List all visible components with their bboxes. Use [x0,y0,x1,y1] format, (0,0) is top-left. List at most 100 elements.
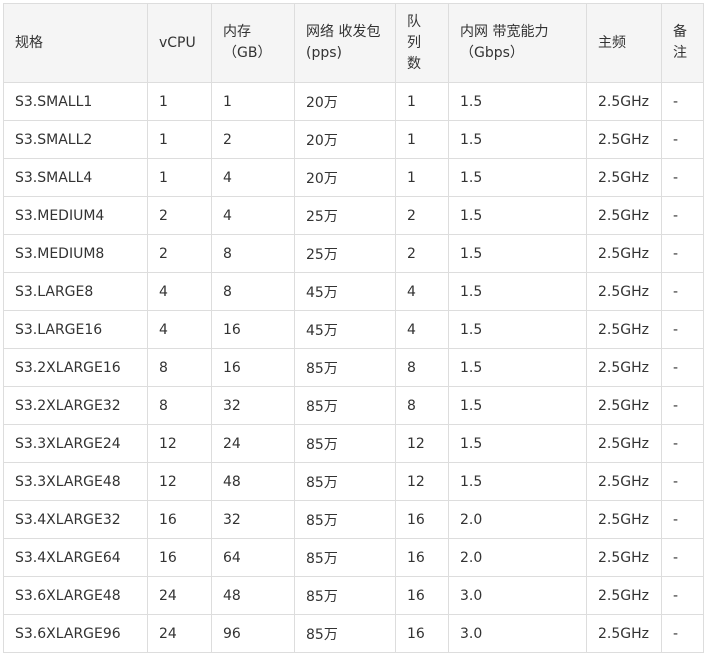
cell-queues: 4 [395,272,449,311]
cell-vcpu: 12 [147,462,212,501]
cell-spec: S3.2XLARGE32 [3,386,148,425]
cell-pps: 85万 [294,538,396,577]
header-text: vCPU [159,34,196,51]
cell-pps: 85万 [294,386,396,425]
cell-frequency: 2.5GHz [586,462,662,501]
cell-pps: 85万 [294,576,396,615]
cell-queues: 12 [395,462,449,501]
cell-vcpu: 8 [147,348,212,387]
header-text: （Gbps） [460,45,524,61]
cell-pps: 85万 [294,462,396,501]
cell-spec: S3.SMALL2 [3,120,148,159]
header-text: 队 [407,13,421,30]
cell-remark: - [661,614,704,653]
table-body: S3.SMALL1 1 1 20万 1 1.5 2.5GHz - S3.SMALL2 1 2 20万 1… [3,82,704,653]
cell-bandwidth: 1.5 [448,82,587,121]
cell-bandwidth: 1.5 [448,196,587,235]
header-text: 主频 [598,34,626,51]
header-text: (pps) [306,45,342,61]
cell-frequency: 2.5GHz [586,234,662,273]
cell-bandwidth: 1.5 [448,310,587,349]
cell-vcpu: 4 [147,272,212,311]
cell-queues: 2 [395,234,449,273]
cell-bandwidth: 1.5 [448,272,587,311]
cell-vcpu: 1 [147,158,212,197]
cell-spec: S3.4XLARGE32 [3,500,148,539]
table-row: S3.SMALL1 1 1 20万 1 1.5 2.5GHz - [3,82,704,121]
cell-frequency: 2.5GHz [586,538,662,577]
cell-spec: S3.3XLARGE48 [3,462,148,501]
cell-vcpu: 24 [147,576,212,615]
cell-frequency: 2.5GHz [586,196,662,235]
header-text: 网络 收发包 [306,24,381,40]
cell-queues: 16 [395,538,449,577]
header-text: （GB） [223,45,272,61]
cell-remark: - [661,82,704,121]
table-row: S3.SMALL2 1 2 20万 1 1.5 2.5GHz - [3,120,704,159]
cell-memory: 8 [211,272,295,311]
cell-pps: 20万 [294,158,396,197]
cell-bandwidth: 1.5 [448,462,587,501]
cell-spec: S3.LARGE8 [3,272,148,311]
cell-pps: 25万 [294,234,396,273]
table-row: S3.4XLARGE32 16 32 85万 16 2.0 2.5GHz - [3,500,704,539]
cell-bandwidth: 1.5 [448,158,587,197]
cell-remark: - [661,500,704,539]
cell-memory: 32 [211,386,295,425]
cell-bandwidth: 1.5 [448,386,587,425]
cell-frequency: 2.5GHz [586,500,662,539]
instance-spec-table: 规格 vCPU 内存 （GB） 网络 收发包 (pps) 队列数内网 带宽能力 （Gbps）主… [3,3,704,653]
table-row: S3.4XLARGE64 16 64 85万 16 2.0 2.5GHz - [3,538,704,577]
cell-queues: 1 [395,158,449,197]
cell-queues: 16 [395,500,449,539]
cell-memory: 4 [211,196,295,235]
table-row: S3.6XLARGE96 24 96 85万 16 3.0 2.5GHz - [3,614,704,653]
cell-bandwidth: 1.5 [448,120,587,159]
header-spec: 规格 [3,3,148,83]
cell-memory: 8 [211,234,295,273]
header-text: 内存 [223,24,251,40]
cell-spec: S3.6XLARGE96 [3,614,148,653]
cell-bandwidth: 1.5 [448,234,587,273]
cell-frequency: 2.5GHz [586,272,662,311]
cell-memory: 96 [211,614,295,653]
cell-memory: 64 [211,538,295,577]
table-row: S3.LARGE16 4 16 45万 4 1.5 2.5GHz - [3,310,704,349]
table-row: S3.2XLARGE16 8 16 85万 8 1.5 2.5GHz - [3,348,704,387]
cell-queues: 8 [395,386,449,425]
header-memory: 内存 （GB） [211,3,295,83]
header-text: 规格 [15,34,43,51]
cell-vcpu: 24 [147,614,212,653]
cell-pps: 85万 [294,614,396,653]
cell-remark: - [661,120,704,159]
cell-pps: 25万 [294,196,396,235]
cell-frequency: 2.5GHz [586,386,662,425]
cell-frequency: 2.5GHz [586,348,662,387]
cell-frequency: 2.5GHz [586,310,662,349]
cell-remark: - [661,196,704,235]
cell-bandwidth: 3.0 [448,614,587,653]
cell-queues: 16 [395,614,449,653]
cell-remark: - [661,158,704,197]
table-row: S3.LARGE8 4 8 45万 4 1.5 2.5GHz - [3,272,704,311]
header-vcpu: vCPU [147,3,212,83]
table-row: S3.3XLARGE24 12 24 85万 12 1.5 2.5GHz - [3,424,704,463]
cell-vcpu: 1 [147,82,212,121]
table-row: S3.3XLARGE48 12 48 85万 12 1.5 2.5GHz - [3,462,704,501]
cell-frequency: 2.5GHz [586,424,662,463]
cell-spec: S3.6XLARGE48 [3,576,148,615]
header-text: 列 [407,34,421,51]
cell-bandwidth: 2.0 [448,538,587,577]
cell-memory: 48 [211,576,295,615]
cell-queues: 8 [395,348,449,387]
cell-pps: 45万 [294,272,396,311]
cell-pps: 20万 [294,82,396,121]
cell-remark: - [661,462,704,501]
table-row: S3.SMALL4 1 4 20万 1 1.5 2.5GHz - [3,158,704,197]
header-pps: 网络 收发包 (pps) [294,3,396,83]
cell-bandwidth: 3.0 [448,576,587,615]
cell-spec: S3.MEDIUM4 [3,196,148,235]
cell-spec: S3.4XLARGE64 [3,538,148,577]
cell-vcpu: 8 [147,386,212,425]
cell-vcpu: 2 [147,196,212,235]
